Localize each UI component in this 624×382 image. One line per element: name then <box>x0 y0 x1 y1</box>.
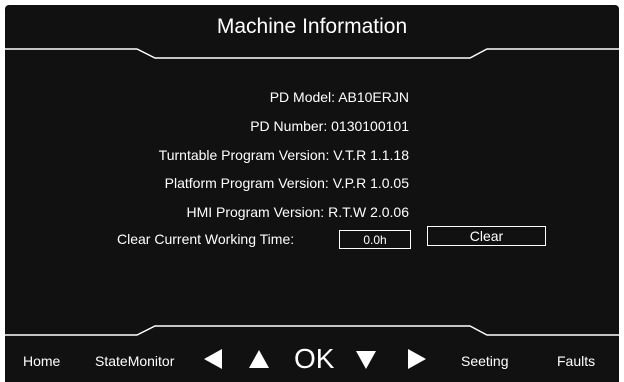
down-arrow-icon[interactable] <box>355 350 377 370</box>
pd-number-row: PD Number: 0130100101 <box>250 118 409 134</box>
screen-frame-lines <box>5 48 619 336</box>
hmi-screen: Machine Information PD Model: AB10ERJN P… <box>5 5 619 382</box>
clear-button[interactable]: Clear <box>427 226 546 246</box>
ok-button[interactable]: OK <box>294 343 334 375</box>
page-title: Machine Information <box>216 15 408 38</box>
hmi-version-row: HMI Program Version: R.T.W 2.0.06 <box>186 204 409 220</box>
up-arrow-icon[interactable] <box>248 349 270 369</box>
platform-version-label: Platform Program Version: <box>164 175 333 191</box>
nav-home[interactable]: Home <box>23 353 60 369</box>
pd-model-label: PD Model: <box>269 89 339 105</box>
clear-working-time-label: Clear Current Working Time: <box>117 231 295 247</box>
platform-version-row: Platform Program Version: V.P.R 1.0.05 <box>165 175 409 191</box>
turntable-version-row: Turntable Program Version: V.T.R 1.1.18 <box>159 147 409 163</box>
nav-faults[interactable]: Faults <box>557 353 595 369</box>
platform-version-value: V.P.R 1.0.05 <box>332 175 409 191</box>
pd-number-label: PD Number: <box>250 118 332 134</box>
pd-number-value: 0130100101 <box>331 118 409 134</box>
pd-model-row: PD Model: AB10ERJN <box>270 89 409 105</box>
right-arrow-icon[interactable] <box>407 348 427 370</box>
nav-state-monitor[interactable]: StateMonitor <box>95 353 174 369</box>
turntable-version-value: V.T.R 1.1.18 <box>333 147 409 163</box>
hmi-version-value: R.T.W 2.0.06 <box>328 204 409 220</box>
nav-seeting[interactable]: Seeting <box>461 353 508 369</box>
pd-model-value: AB10ERJN <box>338 89 409 105</box>
working-time-value: 0.0h <box>339 230 411 249</box>
left-arrow-icon[interactable] <box>203 348 223 370</box>
turntable-version-label: Turntable Program Version: <box>158 147 334 163</box>
hmi-version-label: HMI Program Version: <box>186 204 329 220</box>
